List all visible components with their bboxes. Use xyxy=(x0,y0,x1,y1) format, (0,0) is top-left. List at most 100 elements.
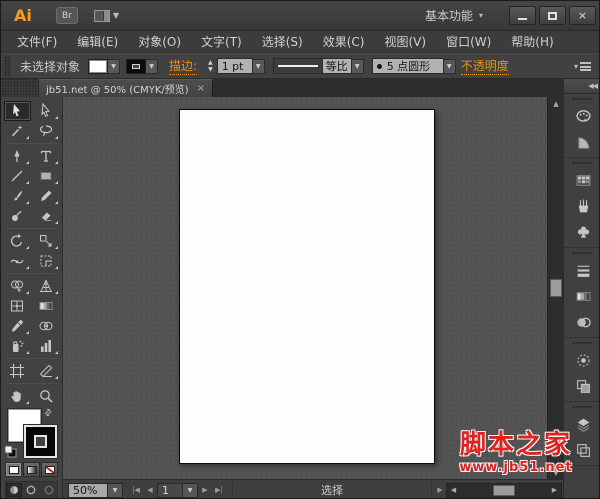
panel-group-grip[interactable] xyxy=(572,339,593,347)
tool-magic-wand[interactable] xyxy=(4,121,31,141)
status-menu-icon[interactable]: ▶ xyxy=(434,483,446,498)
panel-group-grip[interactable] xyxy=(572,403,593,411)
swap-fill-stroke-icon[interactable]: ⇄ xyxy=(43,407,55,419)
stroke-color-combo[interactable]: ▼ xyxy=(126,58,159,74)
tool-paintbrush[interactable] xyxy=(4,186,31,206)
bridge-button[interactable]: Br xyxy=(55,7,78,24)
document-tab[interactable]: jb51.net @ 50% (CMYK/预览) × xyxy=(39,79,214,97)
panel-group-grip[interactable] xyxy=(572,159,593,167)
tool-zoom[interactable] xyxy=(33,386,60,406)
tool-eyedropper[interactable] xyxy=(4,316,31,336)
menu-item-5[interactable]: 效果(C) xyxy=(313,31,375,53)
panel-group-grip[interactable] xyxy=(572,95,593,103)
artboard[interactable] xyxy=(179,109,435,464)
panel-tab-transparency[interactable] xyxy=(564,309,599,335)
chevron-down-icon[interactable]: ▼ xyxy=(146,58,159,74)
stroke-width-stepper[interactable]: ▲ ▼ xyxy=(206,59,215,73)
panel-tab-color[interactable] xyxy=(564,103,599,129)
menu-item-0[interactable]: 文件(F) xyxy=(7,31,67,53)
chevron-down-icon[interactable]: ▼ xyxy=(351,58,364,74)
zoom-dropdown-icon[interactable]: ▼ xyxy=(108,482,123,498)
step-up-icon[interactable]: ▲ xyxy=(206,59,215,66)
tool-rotate[interactable] xyxy=(4,231,31,251)
maximize-button[interactable] xyxy=(539,6,566,25)
tool-free-transform[interactable] xyxy=(33,251,60,271)
tool-hand[interactable] xyxy=(4,386,31,406)
horizontal-scrollbar[interactable]: ◀ ▶ xyxy=(446,482,562,498)
vertical-scrollbar[interactable]: ▲ ▼ xyxy=(547,97,563,479)
tool-line-segment[interactable] xyxy=(4,166,31,186)
brush-definition-combo[interactable]: 5 点圆形 ▼ xyxy=(371,58,456,74)
tool-gradient[interactable] xyxy=(33,296,60,316)
panel-tab-color-guide[interactable] xyxy=(564,129,599,155)
panel-grip[interactable] xyxy=(4,56,11,76)
stroke-width-field[interactable]: 1 pt xyxy=(216,58,253,74)
minimize-button[interactable] xyxy=(509,6,536,25)
scroll-down-icon[interactable]: ▼ xyxy=(548,466,564,479)
workspace-switcher[interactable]: 基本功能 ▾ xyxy=(425,7,483,24)
next-artboard-button[interactable]: ▶ xyxy=(198,483,212,498)
fill-color-swatch[interactable] xyxy=(88,58,109,74)
panel-tab-stroke[interactable] xyxy=(564,257,599,283)
close-button[interactable]: × xyxy=(569,6,596,25)
panel-tab-brushes[interactable] xyxy=(564,193,599,219)
canvas-area[interactable] xyxy=(63,97,547,479)
tool-pencil[interactable] xyxy=(33,186,60,206)
menu-item-8[interactable]: 帮助(H) xyxy=(501,31,563,53)
draw-inside-button[interactable] xyxy=(41,483,57,497)
vertical-scroll-thumb[interactable] xyxy=(550,279,562,297)
gradient-paint-button[interactable] xyxy=(23,462,40,477)
horizontal-scroll-thumb[interactable] xyxy=(493,484,515,496)
tool-column-graph[interactable] xyxy=(33,336,60,356)
color-paint-button[interactable] xyxy=(5,462,22,477)
tool-symbol-sprayer[interactable] xyxy=(4,336,31,356)
tool-eraser[interactable] xyxy=(33,206,60,226)
panel-tab-symbols[interactable] xyxy=(564,219,599,245)
step-down-icon[interactable]: ▼ xyxy=(206,66,215,73)
tool-mesh[interactable] xyxy=(4,296,31,316)
tool-type[interactable] xyxy=(33,146,60,166)
draw-behind-button[interactable] xyxy=(23,483,39,497)
first-artboard-button[interactable]: |◀ xyxy=(129,483,143,498)
tool-blob-brush[interactable] xyxy=(4,206,31,226)
expand-panels-icon[interactable]: ◀◀ xyxy=(588,82,598,90)
chevron-down-icon[interactable]: ▼ xyxy=(443,58,456,74)
panel-tab-graphic-styles[interactable] xyxy=(564,373,599,399)
tool-width[interactable] xyxy=(4,251,31,271)
opacity-panel-link[interactable]: 不透明度 xyxy=(460,57,509,75)
chevron-down-icon[interactable]: ▼ xyxy=(252,58,265,74)
menu-item-7[interactable]: 窗口(W) xyxy=(436,31,501,53)
stroke-color-swatch[interactable] xyxy=(126,58,147,74)
artboard-number-field[interactable]: 1 xyxy=(157,482,183,498)
scroll-up-icon[interactable]: ▲ xyxy=(548,97,564,110)
toolbar-dock-grip[interactable] xyxy=(1,79,39,97)
panel-tab-gradient[interactable] xyxy=(564,283,599,309)
tool-scale[interactable] xyxy=(33,231,60,251)
draw-normal-button[interactable] xyxy=(6,483,23,497)
none-paint-button[interactable] xyxy=(41,462,58,477)
stroke-profile-combo[interactable]: 等比 ▼ xyxy=(272,58,364,74)
scroll-left-icon[interactable]: ◀ xyxy=(447,484,460,497)
tool-lasso[interactable] xyxy=(33,121,60,141)
tool-perspective-grid[interactable] xyxy=(33,276,60,296)
tool-artboard[interactable] xyxy=(4,361,31,381)
brush-definition-field[interactable]: 5 点圆形 xyxy=(371,58,444,74)
previous-artboard-button[interactable]: ◀ xyxy=(143,483,157,498)
menu-item-4[interactable]: 选择(S) xyxy=(252,31,313,53)
tool-pen[interactable] xyxy=(4,146,31,166)
menu-item-1[interactable]: 编辑(E) xyxy=(67,31,128,53)
tool-selection[interactable] xyxy=(3,101,31,121)
stroke-panel-link[interactable]: 描边: xyxy=(169,57,198,75)
scroll-right-icon[interactable]: ▶ xyxy=(548,484,561,497)
control-panel-menu-button[interactable]: ▾ xyxy=(574,61,591,71)
panel-tab-artboards[interactable] xyxy=(564,437,599,463)
panel-tab-appearance[interactable] xyxy=(564,347,599,373)
fill-color-combo[interactable]: ▼ xyxy=(88,58,121,74)
arrange-documents-button[interactable]: ▼ xyxy=(93,9,119,22)
default-fill-stroke-icon[interactable] xyxy=(4,445,17,461)
menu-item-2[interactable]: 对象(O) xyxy=(128,31,191,53)
tool-direct-selection[interactable] xyxy=(33,101,60,121)
tool-slice[interactable] xyxy=(33,361,60,381)
panel-dock-header[interactable]: ◀◀ xyxy=(564,79,599,94)
panel-tab-layers[interactable] xyxy=(564,411,599,437)
